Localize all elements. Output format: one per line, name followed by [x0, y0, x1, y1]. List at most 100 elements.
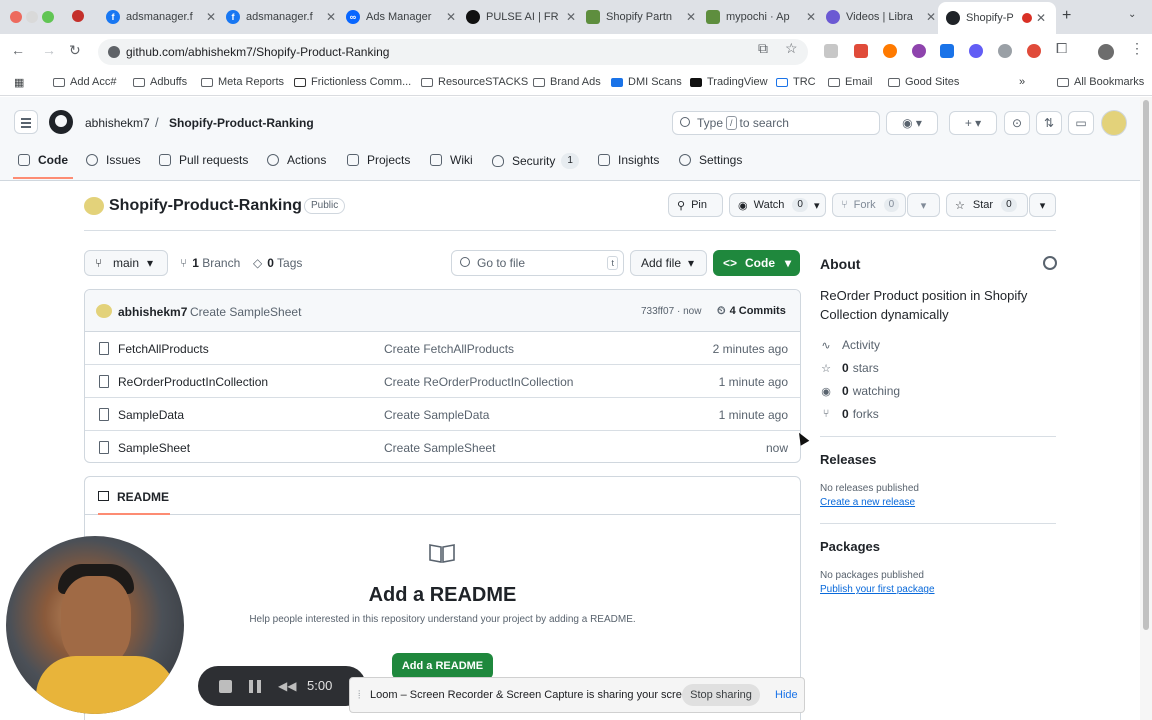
file-name-link[interactable]: SampleData — [118, 408, 184, 422]
close-tab-icon[interactable]: ✕ — [326, 10, 336, 24]
add-file-button[interactable]: Add file ▾ — [630, 250, 707, 276]
forward-button[interactable]: → — [42, 42, 56, 58]
tab-search-chevron-icon[interactable]: ⌄ — [1128, 9, 1136, 20]
extension-icon[interactable] — [854, 44, 868, 58]
file-commit-message-link[interactable]: Create ReOrderProductInCollection — [384, 375, 573, 389]
fork-button[interactable]: ⑂ Fork 0 — [832, 193, 906, 217]
breadcrumb-repo[interactable]: Shopify-Product-Ranking — [169, 116, 314, 130]
browser-tab-active[interactable]: Shopify-P ✕ — [938, 2, 1056, 34]
tab-actions[interactable]: Actions — [267, 153, 326, 167]
gear-icon[interactable] — [1043, 256, 1057, 270]
bookmark-folder[interactable]: Add Acc# — [53, 76, 116, 88]
bookmark-link[interactable]: TRC — [776, 76, 816, 88]
bookmark-folder[interactable]: Meta Reports — [201, 76, 284, 88]
forks-link[interactable]: ⑂ 0 forks — [820, 407, 879, 421]
tab-pull-requests[interactable]: Pull requests — [159, 153, 248, 167]
minimize-window-button[interactable] — [26, 11, 38, 23]
stars-link[interactable]: ☆ 0 stars — [820, 361, 879, 375]
github-logo-icon[interactable] — [49, 110, 73, 134]
close-tab-icon[interactable]: ✕ — [566, 10, 576, 24]
commit-author-link[interactable]: abhishekm7 — [118, 305, 187, 319]
profile-avatar[interactable] — [1098, 44, 1114, 60]
extension-icon[interactable] — [940, 44, 954, 58]
file-name-link[interactable]: ReOrderProductInCollection — [118, 375, 268, 389]
back-button[interactable]: ← — [11, 42, 25, 58]
youtube-tab-icon[interactable] — [72, 10, 84, 22]
activity-link[interactable]: ∿ Activity — [820, 338, 880, 352]
reload-button[interactable]: ↻ — [69, 42, 81, 59]
user-avatar[interactable] — [1101, 110, 1127, 136]
commits-link[interactable]: ⏲ 4 Commits — [717, 305, 786, 318]
close-tab-icon[interactable]: ✕ — [926, 10, 936, 24]
install-app-icon[interactable]: ⧉ — [758, 40, 768, 57]
file-commit-message-link[interactable]: Create FetchAllProducts — [384, 342, 514, 356]
hamburger-menu-button[interactable] — [14, 110, 38, 134]
hide-button[interactable]: Hide — [775, 689, 798, 701]
commit-sha-link[interactable]: 733ff07 · now — [641, 306, 701, 317]
browser-tab[interactable]: mypochi · Ap ✕ — [698, 4, 824, 30]
restart-recording-icon[interactable]: ◀◀ — [278, 679, 296, 693]
pull-requests-icon[interactable]: ⇅ — [1036, 111, 1062, 135]
browser-tab[interactable]: f adsmanager.f ✕ — [218, 4, 344, 30]
all-bookmarks-folder[interactable]: All Bookmarks — [1057, 76, 1144, 88]
extension-icon[interactable] — [824, 44, 838, 58]
tab-insights[interactable]: Insights — [598, 153, 659, 167]
bookmark-folder[interactable]: Brand Ads — [533, 76, 601, 88]
branches-link[interactable]: ⑂ 1 Branch — [180, 256, 240, 270]
code-button[interactable]: <> Code ▾ — [713, 250, 800, 276]
bookmark-link[interactable]: Frictionless Comm... — [294, 76, 411, 88]
releases-heading[interactable]: Releases — [820, 452, 876, 467]
extension-icon[interactable] — [998, 44, 1012, 58]
tags-link[interactable]: ◇ 0 Tags — [253, 256, 302, 270]
star-button[interactable]: ☆ Star 0 — [946, 193, 1028, 217]
go-to-file-input[interactable]: Go to file t — [451, 250, 624, 276]
close-tab-icon[interactable]: ✕ — [1036, 11, 1046, 25]
browser-tab[interactable]: Shopify Partn ✕ — [578, 4, 704, 30]
inbox-icon[interactable]: ▭ — [1068, 111, 1094, 135]
file-commit-message-link[interactable]: Create SampleSheet — [384, 441, 495, 455]
site-info-icon[interactable] — [108, 46, 120, 58]
browser-tab[interactable]: f adsmanager.f ✕ — [98, 4, 224, 30]
drag-handle-icon[interactable]: ⦙ — [358, 689, 360, 702]
extension-icon[interactable] — [912, 44, 926, 58]
tab-settings[interactable]: Settings — [679, 153, 742, 167]
file-name-link[interactable]: SampleSheet — [118, 441, 190, 455]
bookmark-folder[interactable]: ResourceSTACKS — [421, 76, 528, 88]
create-new-button[interactable]: + ▾ — [949, 111, 997, 135]
create-release-link[interactable]: Create a new release — [820, 497, 915, 508]
new-tab-button[interactable]: + — [1062, 7, 1071, 25]
issues-icon[interactable]: ⊙ — [1004, 111, 1030, 135]
browser-tab[interactable]: ∞ Ads Manager ✕ — [338, 4, 464, 30]
fork-dropdown-button[interactable]: ▾ — [907, 193, 940, 217]
url-field[interactable]: github.com/abhishekm7/Shopify-Product-Ra… — [98, 39, 808, 65]
stop-recording-button[interactable] — [219, 680, 232, 693]
extension-icon[interactable] — [883, 44, 897, 58]
extension-icon[interactable] — [1027, 44, 1041, 58]
bookmark-link[interactable]: DMI Scans — [611, 76, 682, 88]
bookmark-star-icon[interactable]: ☆ — [785, 40, 798, 57]
more-bookmarks-chevron-icon[interactable]: » — [1019, 76, 1025, 88]
publish-package-link[interactable]: Publish your first package — [820, 584, 935, 595]
watch-button[interactable]: ◉ Watch 0 ▾ — [729, 193, 826, 217]
close-window-button[interactable] — [10, 11, 22, 23]
bookmark-folder[interactable]: Good Sites — [888, 76, 959, 88]
apps-grid-icon[interactable]: ▦ — [14, 76, 24, 89]
stop-sharing-button[interactable]: Stop sharing — [682, 684, 760, 706]
file-name-link[interactable]: FetchAllProducts — [118, 342, 209, 356]
zoom-window-button[interactable] — [42, 11, 54, 23]
copilot-button[interactable]: ◉ ▾ — [886, 111, 938, 135]
readme-tab[interactable]: README — [117, 490, 169, 504]
breadcrumb-owner[interactable]: abhishekm7 — [85, 116, 150, 130]
extension-icon[interactable] — [969, 44, 983, 58]
pin-button[interactable]: ⚲ Pin — [668, 193, 723, 217]
browser-tab[interactable]: Videos | Libra ✕ — [818, 4, 944, 30]
packages-heading[interactable]: Packages — [820, 539, 880, 554]
branch-select-button[interactable]: ⑂ main ▾ — [84, 250, 168, 276]
bookmark-link[interactable]: TradingView — [690, 76, 768, 88]
add-readme-button[interactable]: Add a README — [392, 653, 493, 679]
pause-recording-button[interactable] — [249, 680, 261, 693]
repo-title[interactable]: Shopify-Product-Ranking — [109, 197, 302, 215]
webcam-bubble[interactable] — [6, 536, 184, 714]
watching-link[interactable]: ◉ 0 watching — [820, 384, 900, 398]
star-dropdown-button[interactable]: ▾ — [1029, 193, 1056, 217]
